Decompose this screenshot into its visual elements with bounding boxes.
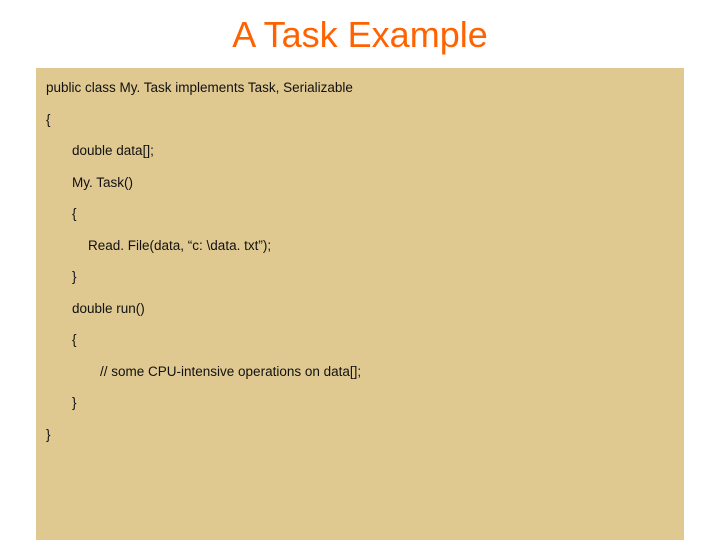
code-line: double data[]; bbox=[46, 143, 674, 159]
code-block: public class My. Task implements Task, S… bbox=[36, 68, 684, 540]
code-line: { bbox=[46, 112, 674, 128]
code-line: } bbox=[46, 269, 674, 285]
code-line: double run() bbox=[46, 301, 674, 317]
code-line: public class My. Task implements Task, S… bbox=[46, 80, 674, 96]
code-line: { bbox=[46, 206, 674, 222]
slide-title: A Task Example bbox=[0, 14, 720, 56]
code-line: } bbox=[46, 395, 674, 411]
code-line: Read. File(data, “c: \data. txt”); bbox=[46, 238, 674, 254]
slide: A Task Example public class My. Task imp… bbox=[0, 0, 720, 540]
code-line: } bbox=[46, 427, 674, 443]
code-line: // some CPU-intensive operations on data… bbox=[46, 364, 674, 380]
code-line: My. Task() bbox=[46, 175, 674, 191]
code-line: { bbox=[46, 332, 674, 348]
